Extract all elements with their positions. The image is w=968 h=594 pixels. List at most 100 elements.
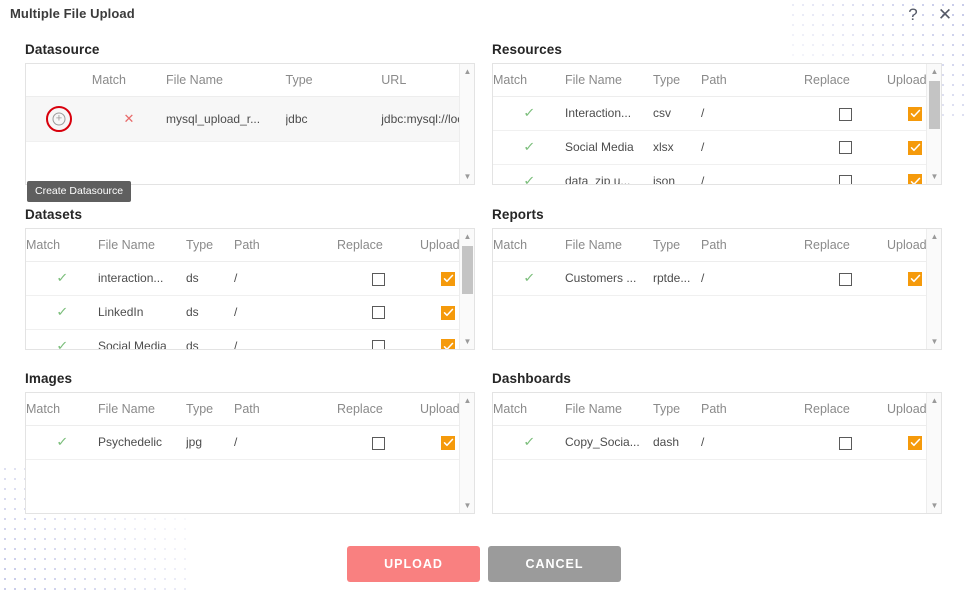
replace-checkbox[interactable] (839, 107, 852, 121)
cell-path: / (701, 96, 804, 131)
col-replace: Replace (804, 64, 887, 97)
scroll-up-arrow-icon[interactable]: ▲ (460, 229, 474, 244)
scroll-up-arrow-icon[interactable]: ▲ (927, 229, 941, 244)
close-icon[interactable]: ✕ (932, 2, 958, 28)
cell-file-name: Copy_Socia... (565, 425, 653, 460)
help-icon[interactable]: ? (900, 2, 926, 28)
scroll-up-arrow-icon[interactable]: ▲ (927, 393, 941, 408)
table-row[interactable]: ✓ Customers ... rptde... / (493, 261, 941, 296)
cell-type: csv (653, 96, 701, 131)
cell-replace (804, 164, 887, 184)
scrollbar-resources[interactable]: ▲ ▼ (926, 64, 941, 184)
resources-table: Match File Name Type Path Replace Upload… (492, 63, 942, 185)
dashboards-table: Match File Name Type Path Replace Upload… (492, 392, 942, 514)
table-row[interactable]: ✓ data_zip u... json / (493, 164, 941, 184)
check-icon: ✓ (55, 338, 69, 350)
upload-checkbox[interactable] (908, 106, 922, 121)
scroll-down-arrow-icon[interactable]: ▼ (460, 169, 474, 184)
scroll-down-arrow-icon[interactable]: ▼ (927, 498, 941, 513)
cell-path: / (234, 261, 337, 296)
scrollbar-reports[interactable]: ▲ ▼ (926, 229, 941, 349)
scroll-up-arrow-icon[interactable]: ▲ (460, 393, 474, 408)
cell-type: jpg (186, 425, 234, 460)
col-file-name: File Name (98, 229, 186, 262)
scroll-down-arrow-icon[interactable]: ▼ (460, 334, 474, 349)
cell-match: ✓ (493, 164, 565, 184)
cell-file-name: LinkedIn (98, 295, 186, 330)
cell-match: ✓ (493, 96, 565, 131)
dialog-footer: UPLOAD CANCEL (0, 546, 968, 586)
replace-checkbox[interactable] (839, 175, 852, 184)
upload-checkbox[interactable] (908, 174, 922, 184)
table-row[interactable]: ✓ Social Media ds / (26, 329, 474, 350)
table-row[interactable]: ✓ Psychedelic jpg / (26, 425, 474, 460)
cell-match: ✕ (91, 96, 167, 142)
scrollbar-datasource[interactable]: ▲ ▼ (459, 64, 474, 184)
cell-replace (804, 425, 887, 460)
cell-type: ds (186, 295, 234, 330)
replace-checkbox[interactable] (372, 436, 385, 450)
replace-checkbox[interactable] (372, 340, 385, 349)
cell-match: ✓ (493, 425, 565, 460)
check-icon: ✓ (522, 270, 536, 286)
upload-checkbox[interactable] (908, 271, 922, 286)
multiple-file-upload-dialog: Multiple File Upload ? ✕ Datasource Matc… (0, 0, 968, 594)
scroll-thumb[interactable] (929, 81, 940, 129)
upload-checkbox[interactable] (441, 271, 455, 286)
col-file-name: File Name (98, 393, 186, 426)
cell-path: / (701, 261, 804, 296)
scrollbar-datasets[interactable]: ▲ ▼ (459, 229, 474, 349)
col-match: Match (26, 229, 98, 262)
cell-path: / (701, 425, 804, 460)
table-row[interactable]: + ✕ mysql_upload_r... jdbc jdbc:mysql://… (26, 96, 474, 142)
scroll-up-arrow-icon[interactable]: ▲ (927, 64, 941, 79)
table-row[interactable]: ✓ Interaction... csv / (493, 96, 941, 131)
cell-replace (337, 295, 420, 330)
table-row[interactable]: ✓ LinkedIn ds / (26, 295, 474, 330)
cell-replace (804, 96, 887, 131)
check-icon: ✓ (55, 270, 69, 286)
scroll-down-arrow-icon[interactable]: ▼ (927, 169, 941, 184)
upload-checkbox[interactable] (441, 305, 455, 320)
col-type: Type (653, 393, 701, 426)
col-type: Type (186, 393, 234, 426)
cancel-button[interactable]: CANCEL (488, 546, 621, 582)
upload-checkbox[interactable] (908, 140, 922, 155)
upload-button[interactable]: UPLOAD (347, 546, 480, 582)
replace-checkbox[interactable] (372, 272, 385, 286)
datasource-table: Match File Name Type URL + ✕ mysql_uploa… (25, 63, 475, 185)
table-row[interactable]: ✓ Copy_Socia... dash / (493, 425, 941, 460)
replace-checkbox[interactable] (839, 272, 852, 286)
col-path: Path (701, 64, 804, 97)
table-header-row: Match File Name Type Path Replace Upload (493, 229, 941, 262)
scrollbar-dashboards[interactable]: ▲ ▼ (926, 393, 941, 513)
table-row[interactable]: ✓ Social Media xlsx / (493, 130, 941, 165)
table-header-row: Match File Name Type URL (26, 64, 474, 97)
cell-match: ✓ (493, 261, 565, 296)
replace-checkbox[interactable] (839, 436, 852, 450)
cell-match: ✓ (26, 329, 98, 350)
create-datasource-button[interactable]: + (45, 106, 72, 132)
section-reports: Reports Match File Name Type Path Replac… (492, 207, 942, 350)
section-images: Images Match File Name Type Path Replace… (25, 371, 475, 514)
cell-path: / (234, 295, 337, 330)
scroll-down-arrow-icon[interactable]: ▼ (927, 334, 941, 349)
replace-checkbox[interactable] (372, 306, 385, 320)
check-icon: ✓ (522, 105, 536, 121)
upload-checkbox[interactable] (908, 435, 922, 450)
scroll-up-arrow-icon[interactable]: ▲ (460, 64, 474, 79)
table-row[interactable]: ✓ interaction... ds / (26, 261, 474, 296)
table-header-row: Match File Name Type Path Replace Upload (26, 393, 474, 426)
upload-checkbox[interactable] (441, 339, 455, 349)
check-icon: ✓ (522, 434, 536, 450)
replace-checkbox[interactable] (839, 141, 852, 155)
scroll-thumb[interactable] (462, 246, 473, 294)
section-dashboards: Dashboards Match File Name Type Path Rep… (492, 371, 942, 514)
cell-file-name: Social Media (565, 130, 653, 165)
cell-type: rptde... (653, 261, 701, 296)
cell-file-name: Social Media (98, 329, 186, 349)
plus-circle-icon: + (52, 112, 66, 126)
scroll-down-arrow-icon[interactable]: ▼ (460, 498, 474, 513)
scrollbar-images[interactable]: ▲ ▼ (459, 393, 474, 513)
upload-checkbox[interactable] (441, 435, 455, 450)
